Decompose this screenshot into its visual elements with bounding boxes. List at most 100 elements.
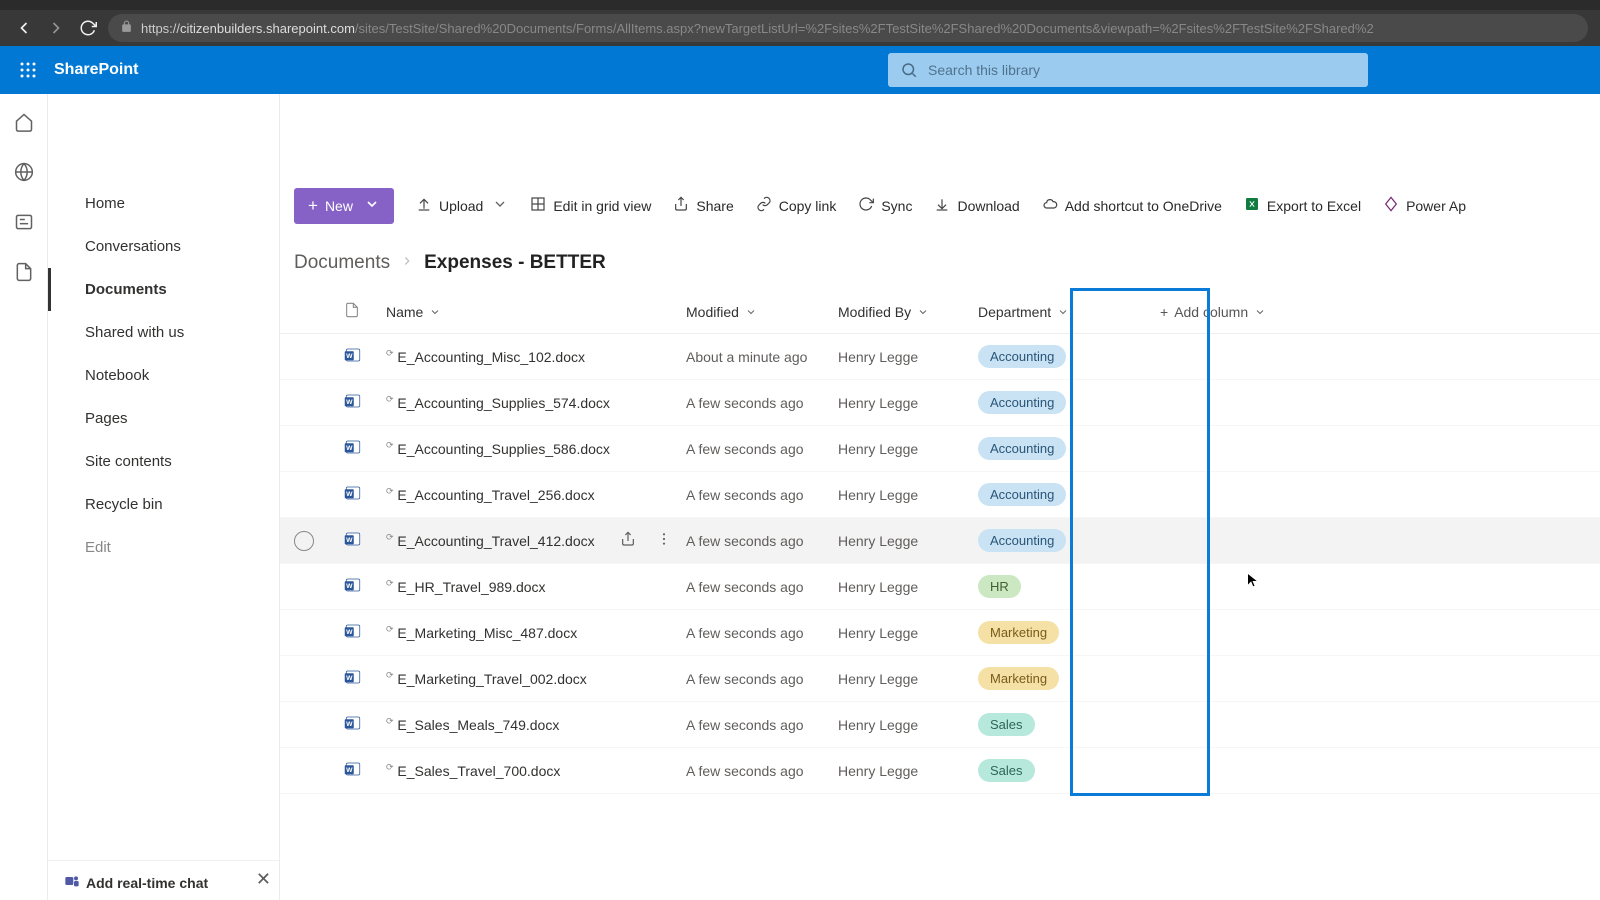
lock-icon	[120, 20, 133, 36]
nav-item-home[interactable]: Home	[48, 182, 279, 225]
table-row[interactable]: W⟳ E_Accounting_Misc_102.docxAbout a min…	[280, 334, 1600, 380]
add-column-button[interactable]: + Add column	[1160, 304, 1360, 320]
forward-button[interactable]	[44, 16, 68, 40]
modified-by[interactable]: Henry Legge	[838, 717, 978, 733]
nav-item-conversations[interactable]: Conversations	[48, 225, 279, 268]
svg-text:W: W	[346, 721, 353, 728]
table-row[interactable]: W ⟳ E_Accounting_Supplies_574.docxA few s…	[280, 380, 1600, 426]
modified-date: A few seconds ago	[686, 395, 838, 411]
department-cell[interactable]: Accounting	[978, 437, 1120, 460]
table-row[interactable]: W⟳ E_Marketing_Travel_002.docxA few seco…	[280, 656, 1600, 702]
word-doc-icon: W	[344, 714, 386, 735]
department-cell[interactable]: Marketing	[978, 621, 1120, 644]
files-icon[interactable]	[14, 262, 34, 282]
modified-by[interactable]: Henry Legge	[838, 671, 978, 687]
home-icon[interactable]	[14, 112, 34, 132]
nav-item-notebook[interactable]: Notebook	[48, 354, 279, 397]
share-icon	[673, 196, 689, 215]
department-cell[interactable]: Sales	[978, 759, 1120, 782]
file-name[interactable]: ⟳ E_Accounting_Travel_256.docx	[386, 487, 686, 503]
reload-button[interactable]	[76, 16, 100, 40]
new-button[interactable]: + New	[294, 188, 394, 224]
app-launcher-icon[interactable]	[12, 54, 44, 86]
browser-toolbar: https://citizenbuilders.sharepoint.com/s…	[0, 10, 1600, 46]
nav-item-site-contents[interactable]: Site contents	[48, 440, 279, 483]
svg-text:W: W	[346, 583, 353, 590]
file-name[interactable]: ⟳ E_Accounting_Supplies_586.docx	[386, 441, 686, 457]
department-cell[interactable]: Marketing	[978, 667, 1120, 690]
column-modified[interactable]: Modified	[686, 304, 838, 320]
nav-item-documents[interactable]: Documents	[48, 268, 279, 311]
add-shortcut-button[interactable]: Add shortcut to OneDrive	[1042, 196, 1222, 215]
nav-item-pages[interactable]: Pages	[48, 397, 279, 440]
modified-by[interactable]: Henry Legge	[838, 625, 978, 641]
suite-name[interactable]: SharePoint	[54, 61, 138, 79]
onedrive-icon	[1042, 196, 1058, 215]
modified-by[interactable]: Henry Legge	[838, 395, 978, 411]
search-input[interactable]: Search this library	[888, 53, 1368, 87]
svg-text:W: W	[346, 445, 353, 452]
department-cell[interactable]: Sales	[978, 713, 1120, 736]
nav-item-recycle-bin[interactable]: Recycle bin	[48, 483, 279, 526]
file-name[interactable]: ⟳ E_Sales_Meals_749.docx	[386, 717, 686, 733]
word-doc-icon: W	[344, 760, 386, 781]
chevron-down-icon	[917, 306, 929, 318]
suite-header: SharePoint Search this library	[0, 46, 1600, 94]
table-row[interactable]: W⟳ E_Sales_Meals_749.docxA few seconds a…	[280, 702, 1600, 748]
file-name[interactable]: ⟳ E_Accounting_Supplies_574.docx	[386, 395, 686, 411]
excel-icon	[1244, 196, 1260, 215]
upload-icon	[416, 196, 432, 215]
svg-text:W: W	[346, 629, 353, 636]
copy-link-button[interactable]: Copy link	[756, 196, 837, 215]
column-name[interactable]: Name	[386, 304, 686, 320]
table-row[interactable]: W⟳ E_Sales_Travel_700.docxA few seconds …	[280, 748, 1600, 794]
file-name[interactable]: ⟳ E_Sales_Travel_700.docx	[386, 763, 686, 779]
modified-by[interactable]: Henry Legge	[838, 533, 978, 549]
row-select[interactable]	[294, 531, 344, 551]
nav-item-edit[interactable]: Edit	[48, 526, 279, 569]
power-apps-button[interactable]: Power Ap	[1383, 196, 1466, 215]
more-icon[interactable]	[656, 531, 672, 550]
breadcrumb: Documents Expenses - BETTER	[280, 230, 1600, 290]
file-name[interactable]: ⟳ E_Marketing_Misc_487.docx	[386, 625, 686, 641]
chevron-down-icon	[492, 196, 508, 215]
department-cell[interactable]: HR	[978, 575, 1120, 598]
nav-item-shared-with-us[interactable]: Shared with us	[48, 311, 279, 354]
file-name[interactable]: ⟳ E_HR_Travel_989.docx	[386, 579, 686, 595]
department-cell[interactable]: Accounting	[978, 483, 1120, 506]
sync-button[interactable]: Sync	[858, 196, 912, 215]
breadcrumb-root[interactable]: Documents	[294, 252, 390, 274]
site-header: T TestSite	[280, 94, 1600, 182]
table-row[interactable]: W⟳ E_HR_Travel_989.docxA few seconds ago…	[280, 564, 1600, 610]
table-row[interactable]: W⟳ E_Accounting_Travel_256.docxA few sec…	[280, 472, 1600, 518]
file-name[interactable]: ⟳ E_Accounting_Travel_412.docx	[386, 531, 686, 550]
department-cell[interactable]: Accounting	[978, 345, 1120, 368]
close-icon[interactable]: ✕	[256, 869, 271, 890]
edit-grid-button[interactable]: Edit in grid view	[530, 196, 651, 215]
file-name[interactable]: ⟳ E_Accounting_Misc_102.docx	[386, 349, 686, 365]
globe-icon[interactable]	[14, 162, 34, 182]
file-name[interactable]: ⟳ E_Marketing_Travel_002.docx	[386, 671, 686, 687]
svg-text:W: W	[346, 399, 353, 406]
column-modified-by[interactable]: Modified By	[838, 304, 978, 320]
back-button[interactable]	[12, 16, 36, 40]
column-department[interactable]: Department	[978, 304, 1120, 320]
share-button[interactable]: Share	[673, 196, 733, 215]
modified-by[interactable]: Henry Legge	[838, 763, 978, 779]
share-icon[interactable]	[620, 531, 636, 550]
address-bar[interactable]: https://citizenbuilders.sharepoint.com/s…	[108, 14, 1588, 42]
news-icon[interactable]	[14, 212, 34, 232]
table-row[interactable]: W⟳ E_Marketing_Misc_487.docxA few second…	[280, 610, 1600, 656]
department-cell[interactable]: Accounting	[978, 529, 1120, 552]
download-button[interactable]: Download	[934, 196, 1019, 215]
department-cell[interactable]: Accounting	[978, 391, 1120, 414]
export-excel-button[interactable]: Export to Excel	[1244, 196, 1361, 215]
modified-by[interactable]: Henry Legge	[838, 487, 978, 503]
modified-by[interactable]: Henry Legge	[838, 349, 978, 365]
plus-icon: +	[1160, 304, 1168, 320]
modified-by[interactable]: Henry Legge	[838, 441, 978, 457]
table-row[interactable]: W⟳ E_Accounting_Travel_412.docxA few sec…	[280, 518, 1600, 564]
modified-by[interactable]: Henry Legge	[838, 579, 978, 595]
table-row[interactable]: W⟳ E_Accounting_Supplies_586.docxA few s…	[280, 426, 1600, 472]
upload-button[interactable]: Upload	[416, 196, 508, 215]
